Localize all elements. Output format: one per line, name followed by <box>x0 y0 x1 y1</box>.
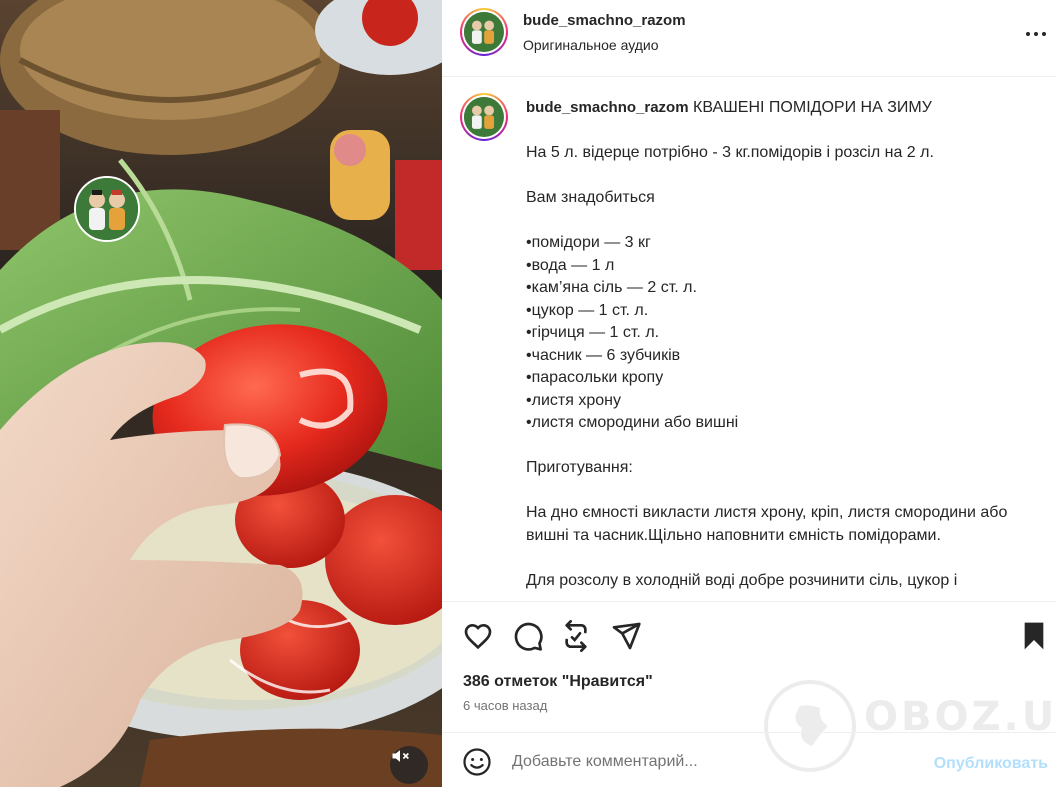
action-bar <box>442 601 1056 668</box>
header-audio-link[interactable]: Оригинальное аудио <box>523 37 659 53</box>
post-timestamp[interactable]: 6 часов назад <box>463 698 547 713</box>
like-button[interactable] <box>462 620 494 652</box>
more-options-button[interactable] <box>1020 24 1052 44</box>
heart-icon <box>464 623 492 650</box>
comment-input[interactable] <box>512 753 892 771</box>
avatar-figures-icon <box>464 12 502 50</box>
emoji-icon <box>463 748 491 776</box>
comment-button[interactable] <box>512 620 544 652</box>
emoji-button[interactable] <box>462 747 494 779</box>
repost-button[interactable] <box>560 620 592 652</box>
avatar-figures-icon <box>76 178 138 240</box>
post-media[interactable] <box>0 0 442 787</box>
post-side-panel: bude_smachno_razom Оригинальное аудио bu… <box>442 0 1056 787</box>
repost-icon <box>565 620 587 652</box>
mute-button[interactable] <box>390 746 428 784</box>
save-button[interactable] <box>1018 620 1050 652</box>
publish-button[interactable]: Опубликовать <box>934 755 1048 773</box>
share-icon <box>612 622 641 650</box>
caption: bude_smachno_razom КВАШЕНІ ПОМІДОРИ НА З… <box>526 97 1026 592</box>
post-header: bude_smachno_razom Оригинальное аудио <box>442 0 1056 77</box>
caption-avatar[interactable] <box>460 93 508 141</box>
media-avatar[interactable] <box>74 176 140 242</box>
more-dots-icon <box>1026 32 1046 36</box>
header-username[interactable]: bude_smachno_razom <box>523 12 686 29</box>
share-button[interactable] <box>610 620 642 652</box>
comment-icon <box>514 622 543 651</box>
tomato-photo <box>0 0 442 787</box>
comment-bar: Опубликовать <box>442 732 1056 788</box>
muted-speaker-icon <box>392 750 409 762</box>
likes-count[interactable]: 386 отметок "Нравится" <box>463 673 653 691</box>
header-avatar[interactable] <box>460 8 508 56</box>
caption-scroll-area[interactable]: bude_smachno_razom КВАШЕНІ ПОМІДОРИ НА З… <box>442 77 1056 601</box>
caption-title: КВАШЕНІ ПОМІДОРИ НА ЗИМУ <box>693 99 932 116</box>
bookmark-icon <box>1024 622 1044 650</box>
caption-username[interactable]: bude_smachno_razom <box>526 99 689 116</box>
caption-body: На 5 л. відерце потрібно - 3 кг.помідорі… <box>526 144 1008 589</box>
avatar-figures-icon <box>464 97 502 135</box>
